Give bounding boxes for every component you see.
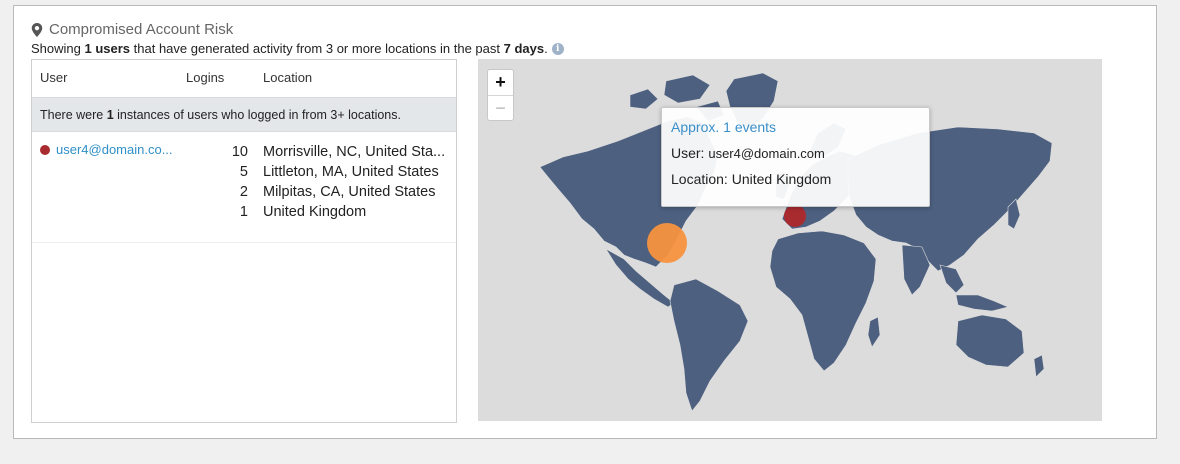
widget-subtitle: Showing 1 users that have generated acti…	[31, 41, 564, 56]
compromised-account-risk-widget: Compromised Account Risk Showing 1 users…	[13, 5, 1157, 439]
logins-column: 10 5 2 1	[222, 142, 248, 222]
subtitle-prefix: Showing	[31, 41, 85, 56]
zoom-out-button[interactable]: −	[488, 96, 513, 121]
united-states-marker[interactable]	[647, 223, 687, 263]
risk-table: User Logins Location There were 1 instan…	[31, 59, 457, 423]
australia	[955, 314, 1025, 368]
table-header: User Logins Location	[32, 60, 456, 97]
new-zealand	[1033, 354, 1045, 378]
world-map[interactable]: + − Approx. 1 events User: user4@domain.…	[478, 59, 1102, 421]
zoom-in-button[interactable]: +	[488, 70, 513, 96]
subtitle-period: 7 days	[503, 41, 545, 56]
tooltip-location-label: Location:	[671, 171, 732, 187]
tooltip-user: User: user4@domain.com	[671, 145, 825, 161]
united-kingdom-marker[interactable]	[784, 205, 806, 227]
banner-prefix: There were	[40, 108, 107, 122]
column-header-user[interactable]: User	[40, 70, 67, 85]
summary-banner: There were 1 instances of users who logg…	[32, 97, 456, 132]
widget-title: Compromised Account Risk	[31, 21, 233, 38]
banner-count: 1	[106, 108, 114, 122]
tooltip-title: Approx. 1 events	[671, 119, 777, 135]
tooltip-location-value: United Kingdom	[731, 171, 832, 187]
tooltip-user-label: User:	[671, 145, 709, 161]
map-pin-icon	[31, 22, 43, 37]
map-tooltip: Approx. 1 events User: user4@domain.com …	[661, 107, 930, 207]
subtitle-suffix: .	[544, 41, 548, 56]
user-link[interactable]: user4@domain.co...	[40, 142, 173, 157]
banner-suffix: instances of users who logged in from 3+…	[113, 108, 401, 122]
location-text: Morrisville, NC, United Sta...	[263, 144, 446, 160]
user-email[interactable]: user4@domain.co...	[56, 142, 173, 157]
arctic-island	[629, 88, 659, 110]
locations-column: Morrisville, NC, United Sta... Littleton…	[263, 142, 445, 222]
table-row: user4@domain.co... 10 5 2 1 Morrisville,…	[32, 132, 456, 243]
southeast-asia	[939, 264, 965, 294]
location-text: Littleton, MA, United States	[263, 164, 439, 180]
column-header-location[interactable]: Location	[263, 70, 312, 85]
login-count: 1	[239, 204, 248, 220]
widget-title-text: Compromised Account Risk	[49, 21, 234, 38]
risk-status-dot	[40, 144, 50, 155]
indonesia	[955, 294, 1009, 312]
subtitle-middle: that have generated activity from 3 or m…	[130, 41, 504, 56]
tooltip-location: Location: United Kingdom	[671, 171, 831, 187]
zoom-control: + −	[487, 69, 514, 121]
africa	[769, 230, 877, 372]
south-america	[669, 278, 749, 412]
subtitle-user-count: 1 users	[84, 41, 131, 56]
location-text: Milpitas, CA, United States	[263, 184, 436, 200]
login-count: 10	[231, 144, 248, 160]
info-icon[interactable]: i	[551, 42, 564, 55]
madagascar	[867, 316, 881, 348]
column-header-logins[interactable]: Logins	[186, 70, 224, 85]
arctic-island	[663, 74, 711, 104]
tooltip-user-value: user4@domain.com	[708, 146, 825, 161]
login-count: 5	[239, 164, 248, 180]
login-count: 2	[239, 184, 248, 200]
location-text: United Kingdom	[263, 204, 367, 220]
